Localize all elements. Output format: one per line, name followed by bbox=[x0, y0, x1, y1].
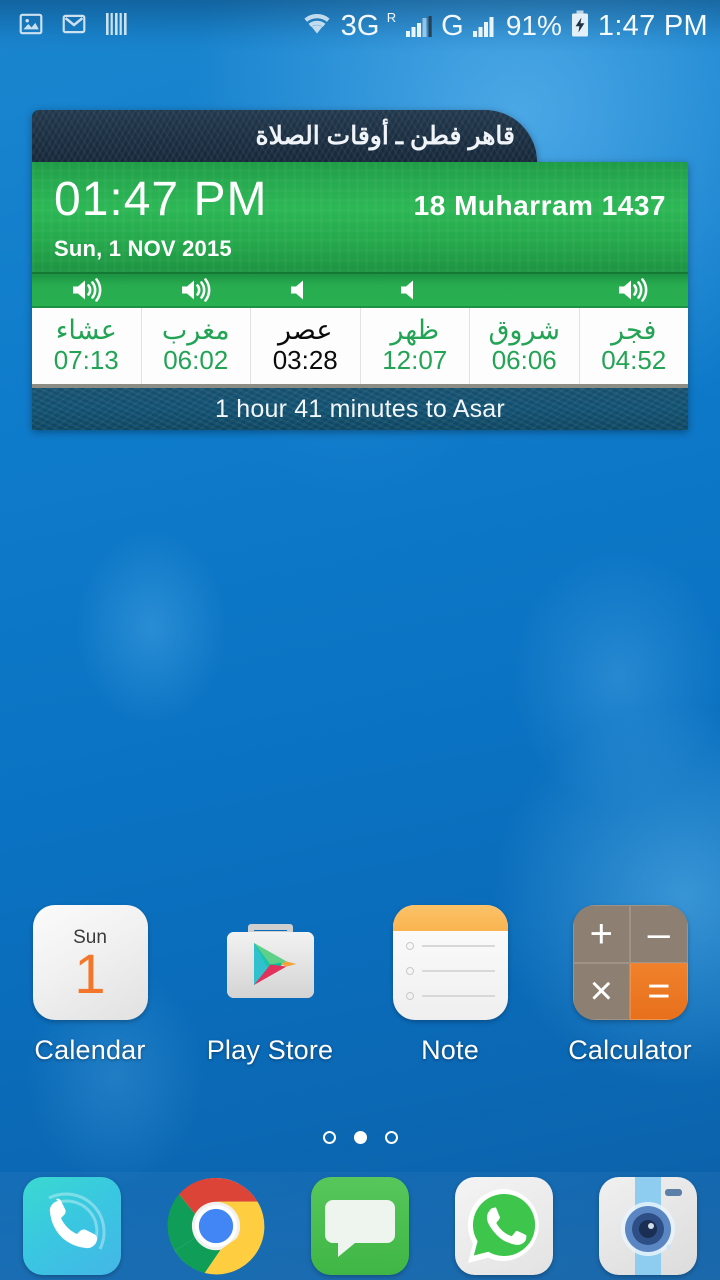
prayer-cell[interactable]: ظهر 12:07 bbox=[359, 308, 470, 384]
prayer-time: 06:02 bbox=[163, 344, 229, 375]
page-dot[interactable] bbox=[322, 1131, 336, 1144]
sim1-signal-icon: 1 bbox=[405, 13, 433, 39]
calculator-key: + bbox=[572, 905, 630, 963]
page-dot[interactable] bbox=[353, 1131, 367, 1144]
sim1-network-label: 3G bbox=[340, 9, 380, 42]
prayer-time: 12:07 bbox=[382, 344, 448, 375]
chrome-icon[interactable] bbox=[167, 1177, 265, 1275]
calculator-icon[interactable]: + – × = bbox=[572, 905, 688, 1020]
app-calculator[interactable]: + – × = Calculator bbox=[540, 905, 720, 1066]
sound-toggle-on[interactable] bbox=[141, 274, 250, 306]
sound-toggle-on[interactable] bbox=[32, 274, 141, 306]
widget-hijri-date: 18 Muharram 1437 bbox=[413, 190, 666, 221]
prayer-name: شروق bbox=[488, 315, 560, 346]
dock-item-messages[interactable] bbox=[288, 1177, 432, 1275]
page-indicator[interactable] bbox=[0, 1131, 720, 1144]
widget-clock: 01:47 PM bbox=[54, 173, 268, 226]
page-dot[interactable] bbox=[384, 1131, 398, 1144]
whatsapp-icon[interactable] bbox=[455, 1177, 553, 1275]
widget-prayer-row[interactable]: عشاء 07:13 مغرب 06:02 عصر 03:28 ظهر 12:07 شروق 06… bbox=[32, 306, 688, 384]
app-label-note: Note bbox=[421, 1035, 479, 1065]
status-bar-clock: 1:47 PM bbox=[597, 9, 708, 42]
sound-toggle-muted[interactable] bbox=[251, 274, 360, 306]
prayer-cell[interactable]: مغرب 06:02 bbox=[140, 308, 251, 384]
prayer-time: 07:13 bbox=[53, 344, 119, 375]
dock[interactable] bbox=[0, 1172, 720, 1280]
prayer-time: 03:28 bbox=[272, 344, 338, 375]
prayer-time: 06:06 bbox=[491, 344, 557, 375]
dock-item-camera[interactable] bbox=[576, 1177, 720, 1275]
app-note[interactable]: Note bbox=[360, 905, 540, 1066]
wifi-icon bbox=[301, 11, 333, 42]
prayer-time: 04:52 bbox=[601, 344, 667, 375]
app-play-store[interactable]: Play Store bbox=[180, 905, 360, 1066]
calendar-day-number: 1 bbox=[74, 941, 106, 1005]
play-store-icon[interactable] bbox=[213, 905, 328, 1020]
dock-item-phone[interactable] bbox=[0, 1177, 144, 1275]
battery-percent-label: 91% bbox=[505, 10, 562, 41]
app-label-calendar: Calendar bbox=[34, 1035, 146, 1065]
status-bar[interactable]: 3G R 1 G 2 91% 1:47 PM bbox=[0, 0, 720, 52]
sound-toggle-on[interactable] bbox=[579, 274, 688, 306]
status-bar-notifications[interactable] bbox=[18, 11, 128, 42]
sound-toggle-empty bbox=[469, 274, 578, 306]
calculator-key: = bbox=[630, 962, 688, 1020]
widget-header: قاهر فطن ـ أوقات الصلاة bbox=[32, 110, 537, 162]
phone-icon[interactable] bbox=[23, 1177, 121, 1275]
prayer-cell[interactable]: شروق 06:06 bbox=[469, 308, 579, 384]
calculator-key: × bbox=[572, 962, 630, 1020]
calendar-icon[interactable]: Sun 1 bbox=[32, 905, 148, 1020]
prayer-name: مغرب bbox=[161, 315, 230, 346]
sim2-signal-icon: 2 bbox=[472, 13, 498, 39]
prayer-name: فجر bbox=[611, 315, 657, 346]
dock-item-whatsapp[interactable] bbox=[432, 1177, 576, 1275]
dock-item-chrome[interactable] bbox=[144, 1177, 288, 1275]
app-calendar[interactable]: Sun 1 Calendar bbox=[0, 905, 180, 1066]
widget-sound-toggle-row[interactable] bbox=[32, 272, 688, 306]
barcode-icon bbox=[104, 11, 128, 42]
sim1-roaming-label: R bbox=[386, 9, 397, 25]
screenshot-icon bbox=[18, 11, 44, 42]
sound-toggle-muted[interactable] bbox=[360, 274, 469, 306]
widget-gregorian-date: Sun, 1 NOV 2015 bbox=[54, 236, 232, 261]
note-icon[interactable] bbox=[392, 905, 508, 1020]
widget-footer: 1 hour 41 minutes to Asar bbox=[32, 384, 688, 430]
app-grid[interactable]: Sun 1 Calendar Play Store Note + – × = C… bbox=[0, 905, 720, 1066]
prayer-name: عصر bbox=[278, 315, 333, 346]
battery-charging-icon bbox=[570, 10, 590, 43]
prayer-cell[interactable]: عصر 03:28 bbox=[250, 308, 360, 384]
gmail-icon bbox=[61, 11, 87, 42]
status-bar-system[interactable]: 3G R 1 G 2 91% 1:47 PM bbox=[301, 10, 708, 43]
widget-time-panel[interactable]: 01:47 PM 18 Muharram 1437 Sun, 1 NOV 201… bbox=[32, 162, 688, 272]
prayer-times-widget[interactable]: قاهر فطن ـ أوقات الصلاة 01:47 PM 18 Muha… bbox=[32, 110, 688, 430]
messages-icon[interactable] bbox=[311, 1177, 409, 1275]
widget-countdown-label: 1 hour 41 minutes to Asar bbox=[215, 394, 505, 423]
camera-icon[interactable] bbox=[599, 1177, 697, 1275]
sim2-network-label: G bbox=[441, 9, 464, 42]
prayer-cell[interactable]: عشاء 07:13 bbox=[32, 308, 141, 384]
app-label-play-store: Play Store bbox=[206, 1035, 334, 1065]
calculator-key: – bbox=[630, 905, 688, 963]
widget-title: قاهر فطن ـ أوقات الصلاة bbox=[255, 122, 515, 150]
prayer-name: عشاء bbox=[55, 315, 117, 346]
prayer-name: ظهر bbox=[390, 315, 440, 346]
prayer-cell[interactable]: فجر 04:52 bbox=[578, 308, 689, 384]
app-label-calculator: Calculator bbox=[568, 1035, 692, 1065]
